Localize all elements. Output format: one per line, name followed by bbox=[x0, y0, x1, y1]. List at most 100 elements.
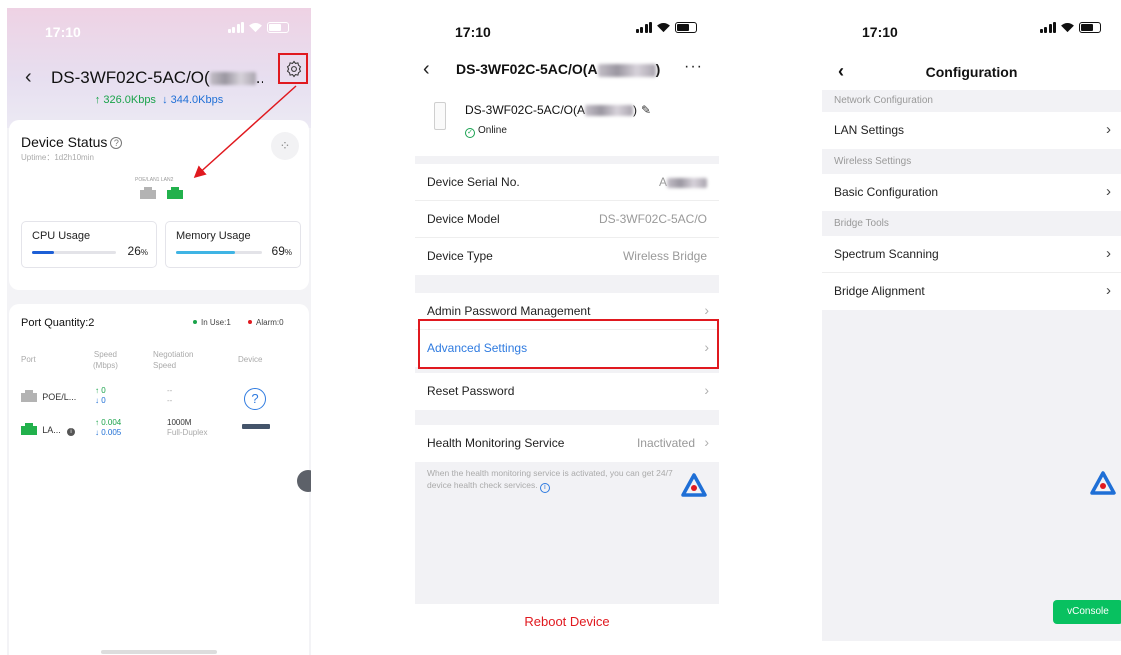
status-bar: 17:10 bbox=[822, 8, 1121, 48]
signal-icon bbox=[635, 22, 652, 33]
section-header: Bridge Tools bbox=[834, 218, 889, 229]
spectrum-scanning-row[interactable]: Spectrum Scanning › bbox=[822, 236, 1121, 273]
reset-group: Reset Password › bbox=[415, 373, 719, 410]
port-row-2[interactable]: LA... i bbox=[21, 423, 75, 436]
nav-bar: Configuration ‹ bbox=[822, 61, 1121, 85]
reset-password-row[interactable]: Reset Password › bbox=[415, 373, 719, 410]
chevron-right-icon: › bbox=[1106, 183, 1111, 200]
col-speed: Speed (Mbps) bbox=[93, 350, 118, 370]
device-details-screen: 17:10 ‹ DS-3WF02C-5AC/O(A) ··· DS-3WF02C… bbox=[415, 8, 719, 655]
signal-icon bbox=[227, 22, 244, 33]
device-title: DS-3WF02C-5AC/O(A) bbox=[456, 61, 661, 77]
health-note: When the health monitoring service is ac… bbox=[427, 468, 673, 493]
traffic-rates: ↑ 326.0Kbps ↓ 344.0Kbps bbox=[7, 94, 311, 106]
cpu-usage-bar bbox=[32, 251, 116, 254]
cpu-usage-label: CPU Usage bbox=[32, 230, 91, 242]
device-image bbox=[434, 102, 446, 130]
uptime-text: Uptime：1d2h10min bbox=[21, 153, 94, 162]
section-header: Network Configuration bbox=[834, 95, 933, 106]
info-icon[interactable]: i bbox=[66, 428, 75, 436]
gear-icon[interactable] bbox=[285, 60, 303, 78]
device-title: DS-3WF02C-5AC/O(... bbox=[51, 68, 263, 87]
port-up-speed: ↑ 0 bbox=[95, 386, 106, 395]
port-lan2-icon bbox=[167, 187, 183, 199]
chevron-right-icon: › bbox=[1106, 282, 1111, 299]
redacted-serial bbox=[585, 105, 634, 117]
model-row: Device Model DS-3WF02C-5AC/O bbox=[415, 201, 719, 238]
chevron-right-icon: › bbox=[1106, 245, 1111, 262]
bridge-alignment-row[interactable]: Bridge Alignment › bbox=[822, 273, 1121, 310]
wireless-settings-group: Basic Configuration › bbox=[822, 174, 1121, 211]
page-title: Configuration bbox=[925, 64, 1018, 80]
in-use-count: In Use:1 bbox=[201, 318, 231, 327]
upload-rate: ↑ 326.0Kbps bbox=[94, 94, 156, 106]
serial-row: Device Serial No. A bbox=[415, 164, 719, 201]
redacted-serial bbox=[597, 63, 656, 77]
wifi-icon bbox=[657, 23, 670, 33]
battery-icon bbox=[1079, 22, 1101, 33]
info-icon[interactable]: ? bbox=[110, 137, 123, 149]
device-status-label: Device Status bbox=[21, 134, 108, 150]
port-icon bbox=[21, 390, 37, 402]
port-down-speed: ↓ 0.005 bbox=[95, 428, 122, 437]
back-icon[interactable]: ‹ bbox=[25, 66, 32, 89]
memory-usage-box: Memory Usage 69% bbox=[165, 221, 301, 268]
more-icon[interactable]: ··· bbox=[684, 58, 703, 76]
reboot-device-button[interactable]: Reboot Device bbox=[415, 604, 719, 655]
configuration-screen: 17:10 Configuration ‹ Network Configurat… bbox=[822, 8, 1121, 655]
home-indicator bbox=[101, 650, 217, 654]
settings-highlight-box[interactable] bbox=[278, 53, 308, 84]
status-time: 17:10 bbox=[45, 24, 81, 40]
device-status-card: Device Status? Uptime：1d2h10min ⁘ POE/LA… bbox=[9, 120, 309, 346]
assistant-logo-icon[interactable] bbox=[681, 473, 707, 499]
edit-icon[interactable]: ✎ bbox=[641, 103, 651, 117]
assistant-logo-icon[interactable] bbox=[1090, 471, 1116, 497]
battery-icon bbox=[267, 22, 289, 33]
back-icon[interactable]: ‹ bbox=[838, 61, 844, 82]
info-icon[interactable]: i bbox=[539, 483, 550, 493]
nav-bar: ‹ DS-3WF02C-5AC/O(A) ··· bbox=[415, 58, 719, 84]
bridge-tools-group: Spectrum Scanning › Bridge Alignment › bbox=[822, 236, 1121, 310]
health-monitoring-row[interactable]: Health Monitoring Service Inactivated › bbox=[415, 425, 719, 462]
check-icon: ✓ bbox=[465, 128, 475, 138]
port-row-1[interactable]: POE/L... bbox=[21, 390, 76, 403]
port-labels: POE/LAN1 LAN2 bbox=[135, 177, 174, 183]
lan-settings-row[interactable]: LAN Settings › bbox=[822, 112, 1121, 149]
cpu-usage-box: CPU Usage 26% bbox=[21, 221, 157, 268]
status-bar: 17:10 bbox=[415, 8, 719, 48]
device-name: DS-3WF02C-5AC/O(A) ✎ bbox=[465, 103, 652, 117]
col-negotiation: Negotiation Speed bbox=[153, 350, 194, 370]
port-quantity: Port Quantity:2 bbox=[21, 317, 95, 329]
port-negotiation: -- bbox=[167, 386, 173, 395]
unknown-device-icon[interactable]: ? bbox=[244, 388, 266, 410]
port-icon bbox=[21, 423, 37, 435]
memory-usage-label: Memory Usage bbox=[176, 230, 251, 242]
status-bar: 17:10 bbox=[7, 8, 311, 48]
wifi-icon bbox=[1061, 23, 1074, 33]
battery-icon bbox=[675, 22, 697, 33]
status-time: 17:10 bbox=[862, 24, 898, 40]
port-negotiation: 1000M bbox=[167, 418, 192, 427]
device-overview-screen: 17:10 ‹ DS-3WF02C-5AC/O(... ↑ 326.0Kbps … bbox=[7, 8, 311, 655]
switch-device-icon[interactable] bbox=[242, 424, 270, 429]
loading-icon: ⁘ bbox=[271, 132, 299, 160]
col-device: Device bbox=[238, 355, 263, 364]
basic-configuration-row[interactable]: Basic Configuration › bbox=[822, 174, 1121, 211]
download-rate: ↓ 344.0Kbps bbox=[162, 94, 224, 106]
redacted-serial bbox=[209, 72, 256, 86]
network-config-group: LAN Settings › bbox=[822, 112, 1121, 149]
memory-usage-bar bbox=[176, 251, 262, 254]
status-time: 17:10 bbox=[455, 24, 491, 40]
wifi-icon bbox=[249, 23, 262, 33]
col-port: Port bbox=[21, 355, 36, 364]
nav-bar: ‹ DS-3WF02C-5AC/O(... bbox=[7, 63, 311, 93]
cpu-usage-value: 26 bbox=[127, 244, 141, 258]
in-use-dot bbox=[193, 320, 197, 324]
type-row: Device Type Wireless Bridge bbox=[427, 249, 707, 263]
port-down-speed: ↓ 0 bbox=[95, 396, 106, 405]
back-icon[interactable]: ‹ bbox=[423, 58, 430, 81]
vconsole-button[interactable]: vConsole bbox=[1053, 600, 1121, 624]
advanced-settings-highlight-box bbox=[418, 319, 719, 369]
port-name: LA... bbox=[42, 425, 61, 435]
chevron-right-icon: › bbox=[704, 434, 709, 450]
